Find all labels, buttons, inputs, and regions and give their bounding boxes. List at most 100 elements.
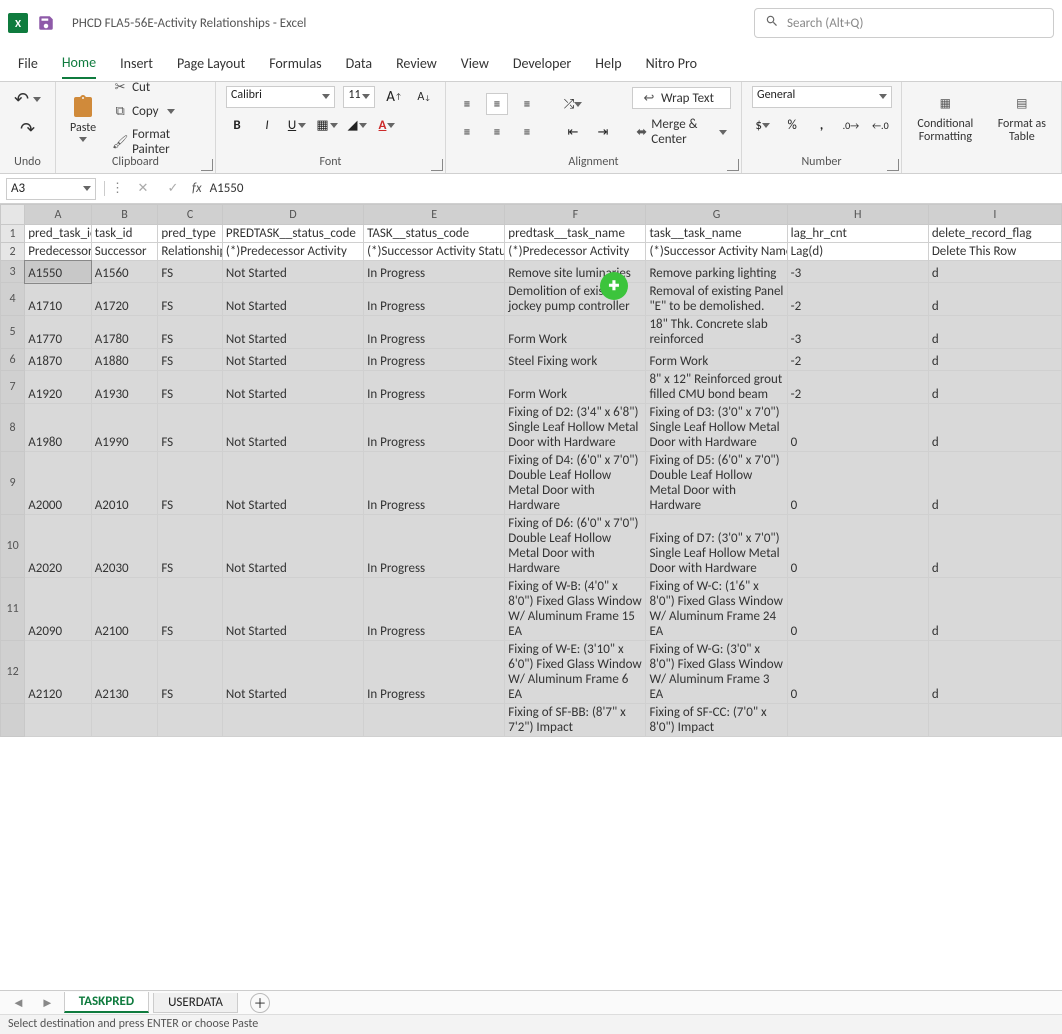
data-cell[interactable]: d (928, 283, 1061, 316)
data-cell[interactable]: In Progress (364, 515, 505, 578)
font-size-select[interactable]: 11 (343, 86, 375, 108)
data-cell[interactable]: -2 (787, 371, 928, 404)
menu-view[interactable]: View (461, 49, 489, 78)
menu-page-layout[interactable]: Page Layout (177, 49, 245, 78)
data-cell[interactable] (91, 704, 158, 737)
data-cell[interactable] (25, 704, 92, 737)
header-cell[interactable]: (*)Successor Activity Status (364, 243, 505, 261)
font-color-button[interactable]: A (376, 114, 398, 136)
data-cell[interactable]: 18" Thk. Concrete slab reinforced (646, 316, 787, 349)
increase-indent-button[interactable]: ⇥ (592, 121, 614, 143)
header-cell[interactable]: delete_record_flag (928, 225, 1061, 243)
data-cell[interactable]: Fixing of D4: (6'0" x 7'0") Double Leaf … (505, 452, 646, 515)
font-name-select[interactable]: Calibri (226, 86, 335, 108)
data-cell[interactable]: Fixing of D7: (3'0" x 7'0") Single Leaf … (646, 515, 787, 578)
data-cell[interactable]: A1930 (91, 371, 158, 404)
menu-data[interactable]: Data (346, 49, 372, 78)
data-cell[interactable]: FS (158, 452, 223, 515)
increase-decimal-button[interactable]: .0→ (840, 114, 861, 136)
fx-icon[interactable]: fx (192, 181, 202, 196)
percent-button[interactable]: % (781, 114, 802, 136)
data-cell[interactable]: d (928, 349, 1061, 371)
data-cell[interactable]: In Progress (364, 452, 505, 515)
data-cell[interactable]: -2 (787, 283, 928, 316)
search-input[interactable]: Search (Alt+Q) (754, 8, 1054, 38)
number-format-select[interactable]: General (752, 86, 892, 108)
data-cell[interactable]: Demolition of existing jockey pump contr… (505, 283, 646, 316)
data-cell[interactable]: In Progress (364, 578, 505, 641)
menu-formulas[interactable]: Formulas (269, 49, 321, 78)
data-cell[interactable]: FS (158, 261, 223, 283)
row-header[interactable]: 3 (1, 261, 25, 283)
cancel-formula-button[interactable]: ✕ (132, 178, 154, 200)
data-cell[interactable]: In Progress (364, 283, 505, 316)
data-cell[interactable]: FS (158, 371, 223, 404)
data-cell[interactable]: 0 (787, 404, 928, 452)
data-cell[interactable]: -3 (787, 261, 928, 283)
menu-help[interactable]: Help (595, 49, 621, 78)
header-cell[interactable]: Successor (91, 243, 158, 261)
data-cell[interactable]: Not Started (222, 283, 363, 316)
data-cell[interactable]: A1560 (91, 261, 158, 283)
data-cell[interactable] (222, 704, 363, 737)
data-cell[interactable]: d (928, 261, 1061, 283)
dialog-launcher-icon[interactable] (431, 159, 443, 171)
align-left-button[interactable]: ≡ (456, 121, 478, 143)
menu-review[interactable]: Review (396, 49, 437, 78)
data-cell[interactable]: FS (158, 404, 223, 452)
data-cell[interactable]: In Progress (364, 641, 505, 704)
data-cell[interactable]: d (928, 578, 1061, 641)
row-header[interactable]: 10 (1, 515, 25, 578)
data-cell[interactable]: d (928, 316, 1061, 349)
data-cell[interactable]: Form Work (646, 349, 787, 371)
menu-developer[interactable]: Developer (513, 49, 571, 78)
col-header-E[interactable]: E (364, 205, 505, 225)
cut-button[interactable]: ✂Cut (108, 77, 205, 97)
col-header-C[interactable]: C (158, 205, 223, 225)
spreadsheet-grid[interactable]: ABCDEFGHI1pred_task_idtask_idpred_typePR… (0, 204, 1062, 737)
data-cell[interactable]: A2130 (91, 641, 158, 704)
data-cell[interactable]: Not Started (222, 349, 363, 371)
header-cell[interactable]: predtask__task_name (505, 225, 646, 243)
data-cell[interactable]: Fixing of SF-BB: (8'7" x 7'2") Impact (505, 704, 646, 737)
data-cell[interactable]: A1870 (25, 349, 92, 371)
col-header-H[interactable]: H (787, 205, 928, 225)
data-cell[interactable]: 0 (787, 452, 928, 515)
data-cell[interactable]: FS (158, 578, 223, 641)
data-cell[interactable]: Fixing of D3: (3'0" x 7'0") Single Leaf … (646, 404, 787, 452)
data-cell[interactable]: In Progress (364, 371, 505, 404)
copy-button[interactable]: ⧉Copy (108, 101, 205, 121)
data-cell[interactable]: 0 (787, 641, 928, 704)
align-bottom-button[interactable]: ≡ (516, 93, 538, 115)
col-header-D[interactable]: D (222, 205, 363, 225)
data-cell[interactable]: FS (158, 349, 223, 371)
header-cell[interactable]: Predecessor (25, 243, 92, 261)
data-cell[interactable]: 8" x 12" Reinforced grout filled CMU bon… (646, 371, 787, 404)
select-all-cell[interactable] (1, 205, 25, 225)
header-cell[interactable]: lag_hr_cnt (787, 225, 928, 243)
header-cell[interactable]: (*)Predecessor Activity (222, 243, 363, 261)
data-cell[interactable]: A1720 (91, 283, 158, 316)
dialog-launcher-icon[interactable] (727, 159, 739, 171)
increase-font-button[interactable]: A↑ (383, 86, 405, 108)
decrease-font-button[interactable]: A↓ (413, 86, 435, 108)
save-icon[interactable] (36, 13, 56, 33)
currency-button[interactable]: $ (752, 114, 773, 136)
data-cell[interactable]: A1980 (25, 404, 92, 452)
data-cell[interactable]: d (928, 515, 1061, 578)
align-right-button[interactable]: ≡ (516, 121, 538, 143)
data-cell[interactable]: A2030 (91, 515, 158, 578)
col-header-B[interactable]: B (91, 205, 158, 225)
data-cell[interactable]: d (928, 452, 1061, 515)
tab-nav-prev[interactable]: ◄ (6, 995, 31, 1011)
data-cell[interactable]: Not Started (222, 641, 363, 704)
data-cell[interactable]: A1710 (25, 283, 92, 316)
data-cell[interactable]: Form Work (505, 316, 646, 349)
border-button[interactable]: ▦ (316, 114, 338, 136)
data-cell[interactable]: A1550 (25, 261, 92, 283)
paste-button[interactable]: Paste (66, 93, 100, 144)
underline-button[interactable]: U (286, 114, 308, 136)
decrease-indent-button[interactable]: ⇤ (562, 121, 584, 143)
header-cell[interactable]: (*)Successor Activity Name (646, 243, 787, 261)
data-cell[interactable]: 0 (787, 515, 928, 578)
